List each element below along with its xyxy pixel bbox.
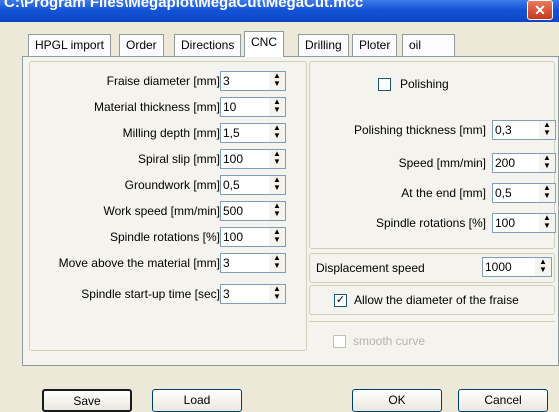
window-title: C:\Program Files\Megaplot\MegaCut\MegaCu… <box>4 0 364 11</box>
spinner-arrows-icon[interactable]: ▲ ▼ <box>269 98 285 116</box>
spinner-arrows-icon[interactable]: ▲ ▼ <box>539 214 555 232</box>
move-above-material-label: Move above the material [mm] <box>58 256 220 270</box>
tab-label: Order <box>126 38 157 52</box>
groundwork-label: Groundwork [mm] <box>124 178 220 192</box>
spiral-slip-value: 100 <box>223 152 244 166</box>
tab-order[interactable]: Order <box>119 34 164 56</box>
spinner-arrows-icon[interactable]: ▲ ▼ <box>269 254 285 272</box>
tab-label: Directions <box>181 38 235 52</box>
fraise-diameter-label: Fraise diameter [mm] <box>106 74 220 88</box>
cancel-button[interactable]: Cancel <box>458 389 548 412</box>
work-speed-label: Work speed [mm/min] <box>103 204 220 218</box>
polishing-label: Polishing <box>400 77 449 91</box>
tab-label: Ploter <box>359 38 391 52</box>
material-thickness-value: 10 <box>223 100 237 114</box>
polishing-spindle-rotations-value: 100 <box>495 216 516 230</box>
polishing-checkbox[interactable] <box>378 78 391 91</box>
tab-label: Drilling <box>305 38 342 52</box>
polishing-thickness-label: Polishing thickness [mm] <box>353 123 486 137</box>
close-button[interactable]: ✕ <box>527 0 553 20</box>
spindle-startup-time-label: Spindle start-up time [sec] <box>81 287 220 301</box>
smooth-curve-label: smooth curve <box>353 334 426 348</box>
spindle-startup-time-spinner[interactable]: 3 ▲ ▼ <box>220 284 286 304</box>
tab-label: oil <box>409 38 422 52</box>
spindle-startup-time-value: 3 <box>223 287 230 301</box>
spiral-slip-spinner[interactable]: 100 ▲ ▼ <box>220 149 286 169</box>
groundwork-spinner[interactable]: 0,5 ▲ ▼ <box>220 175 286 195</box>
at-the-end-value: 0,5 <box>495 186 512 200</box>
spindle-rotations-label: Spindle rotations [%] <box>109 230 220 244</box>
checkmark-icon: ✓ <box>335 294 346 306</box>
allow-diameter-label: Allow the diameter of the fraise <box>354 293 519 307</box>
tab-cnc[interactable]: CNC <box>244 31 284 57</box>
save-button[interactable]: Save <box>42 389 132 412</box>
spinner-arrows-icon[interactable]: ▲ ▼ <box>269 150 285 168</box>
at-the-end-spinner[interactable]: 0,5 ▲ ▼ <box>492 183 556 203</box>
allow-diameter-checkbox[interactable]: ✓ <box>334 294 347 307</box>
displacement-speed-label: Displacement speed <box>316 261 425 275</box>
load-button[interactable]: Load <box>152 389 242 412</box>
material-thickness-spinner[interactable]: 10 ▲ ▼ <box>220 97 286 117</box>
fraise-diameter-spinner[interactable]: 3 ▲ ▼ <box>220 71 286 91</box>
polishing-spindle-rotations-spinner[interactable]: 100 ▲ ▼ <box>492 213 556 233</box>
spinner-arrows-icon[interactable]: ▲ ▼ <box>269 124 285 142</box>
allow-diameter-group: ✓ Allow the diameter of the fraise <box>309 285 555 315</box>
polishing-spindle-rotations-label: Spindle rotations [%] <box>375 216 486 230</box>
milling-depth-label: Milling depth [mm] <box>122 126 220 140</box>
move-above-material-spinner[interactable]: 3 ▲ ▼ <box>220 253 286 273</box>
material-thickness-label: Material thickness [mm] <box>93 100 220 114</box>
fraise-diameter-value: 3 <box>223 74 230 88</box>
spinner-arrows-icon[interactable]: ▲ ▼ <box>269 176 285 194</box>
polishing-speed-label: Speed [mm/min] <box>398 156 486 170</box>
tab-hpgl-import[interactable]: HPGL import <box>28 34 111 56</box>
polishing-thickness-spinner[interactable]: 0,3 ▲ ▼ <box>492 120 556 140</box>
at-the-end-label: At the end [mm] <box>401 186 486 200</box>
spiral-slip-label: Spiral slip [mm] <box>137 152 220 166</box>
tab-label: CNC <box>251 35 277 49</box>
close-icon: ✕ <box>534 2 546 18</box>
displacement-speed-value: 1000 <box>485 260 512 274</box>
tab-drilling[interactable]: Drilling <box>298 34 349 56</box>
milling-depth-spinner[interactable]: 1,5 ▲ ▼ <box>220 123 286 143</box>
displacement-speed-spinner[interactable]: 1000 ▲ ▼ <box>482 257 552 277</box>
milling-parameters-group: Fraise diameter [mm] 3 ▲ ▼ Material thick… <box>29 61 307 351</box>
polishing-thickness-value: 0,3 <box>495 123 512 137</box>
spinner-arrows-icon[interactable]: ▲ ▼ <box>269 72 285 90</box>
spinner-arrows-icon[interactable]: ▲ ▼ <box>269 202 285 220</box>
smooth-curve-checkbox[interactable] <box>333 335 346 348</box>
spindle-rotations-value: 100 <box>223 230 244 244</box>
tab-directions[interactable]: Directions <box>174 34 242 56</box>
work-speed-value: 500 <box>223 204 244 218</box>
work-speed-spinner[interactable]: 500 ▲ ▼ <box>220 201 286 221</box>
spindle-rotations-spinner[interactable]: 100 ▲ ▼ <box>220 227 286 247</box>
cnc-tab-panel: Fraise diameter [mm] 3 ▲ ▼ Material thick… <box>22 56 559 366</box>
spinner-arrows-icon[interactable]: ▲ ▼ <box>269 228 285 246</box>
spinner-arrows-icon[interactable]: ▲ ▼ <box>535 258 551 276</box>
polishing-speed-value: 200 <box>495 156 516 170</box>
polishing-group: Polishing Polishing thickness [mm] 0,3 ▲… <box>309 61 556 249</box>
spinner-arrows-icon[interactable]: ▲ ▼ <box>269 285 285 303</box>
tab-ploter[interactable]: Ploter <box>352 34 398 56</box>
spinner-arrows-icon[interactable]: ▲ ▼ <box>539 154 555 172</box>
divider <box>309 321 555 322</box>
tab-label: HPGL import <box>35 38 104 52</box>
title-bar: C:\Program Files\Megaplot\MegaCut\MegaCu… <box>0 0 559 22</box>
milling-depth-value: 1,5 <box>223 126 240 140</box>
groundwork-value: 0,5 <box>223 178 240 192</box>
spinner-arrows-icon[interactable]: ▲ ▼ <box>539 184 555 202</box>
polishing-speed-spinner[interactable]: 200 ▲ ▼ <box>492 153 556 173</box>
displacement-group: Displacement speed 1000 ▲ ▼ <box>309 253 555 283</box>
move-above-material-value: 3 <box>223 256 230 270</box>
tab-oil[interactable]: oil <box>402 34 455 56</box>
spinner-arrows-icon[interactable]: ▲ ▼ <box>539 121 555 139</box>
ok-button[interactable]: OK <box>352 389 442 412</box>
